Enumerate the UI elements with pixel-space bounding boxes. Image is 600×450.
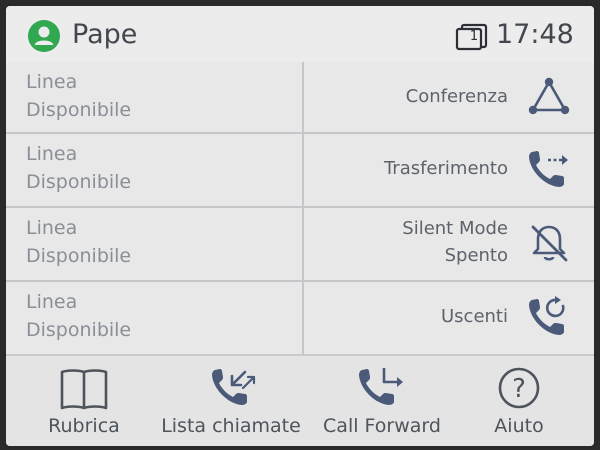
svg-text:?: ?: [512, 374, 526, 404]
line-badge-number: 1: [469, 29, 479, 44]
call-forward-icon: [359, 368, 403, 405]
help-softkey[interactable]: ? Aiuto: [464, 356, 574, 446]
help-label: Aiuto: [494, 415, 544, 437]
call-list-label: Lista chiamate: [161, 415, 301, 437]
line-key-label: Linea Disponibile: [26, 143, 132, 193]
call-forward-softkey[interactable]: Call Forward: [312, 356, 452, 446]
softkey-bar: Rubrica Lista chiamate Call Forward ? Ai…: [6, 354, 594, 446]
transfer-icon: [529, 151, 568, 187]
conference-icon: [528, 77, 570, 115]
user-name: Pape: [72, 19, 138, 50]
phone-screen: Pape 1 17:48 Linea Disponibile Linea Dis…: [6, 6, 594, 446]
key-grid: Linea Disponibile Linea Disponibile Line…: [6, 62, 594, 354]
line-key-label: Linea Disponibile: [26, 71, 132, 121]
line-key-4[interactable]: Linea Disponibile: [6, 282, 302, 352]
help-icon: ?: [498, 367, 540, 409]
line-key-1[interactable]: Linea Disponibile: [6, 62, 302, 132]
call-forward-label: Call Forward: [323, 415, 441, 437]
outgoing-calls-key[interactable]: Uscenti: [304, 282, 594, 352]
outgoing-calls-icon: [529, 296, 565, 335]
call-list-softkey[interactable]: Lista chiamate: [156, 356, 306, 446]
user-avatar-icon: [28, 20, 60, 52]
line-key-3[interactable]: Linea Disponibile: [6, 208, 302, 278]
phonebook-softkey[interactable]: Rubrica: [24, 356, 144, 446]
silent-mode-key[interactable]: Silent Mode Spento: [304, 208, 594, 278]
status-bar: Pape 1 17:48: [6, 6, 594, 62]
phonebook-label: Rubrica: [48, 415, 120, 437]
transfer-label: Trasferimento: [383, 158, 508, 179]
book-icon: [60, 369, 108, 410]
bell-off-icon: [531, 225, 568, 262]
line-key-2[interactable]: Linea Disponibile: [6, 134, 302, 204]
clock: 17:48: [496, 19, 574, 50]
outgoing-calls-label: Uscenti: [441, 306, 508, 327]
conference-label: Conferenza: [405, 86, 508, 107]
line-key-label: Linea Disponibile: [26, 291, 132, 341]
line-key-label: Linea Disponibile: [26, 217, 132, 267]
transfer-key[interactable]: Trasferimento: [304, 134, 594, 204]
silent-mode-label: Silent Mode Spento: [402, 218, 508, 266]
call-list-icon: [212, 369, 256, 405]
conference-key[interactable]: Conferenza: [304, 62, 594, 132]
